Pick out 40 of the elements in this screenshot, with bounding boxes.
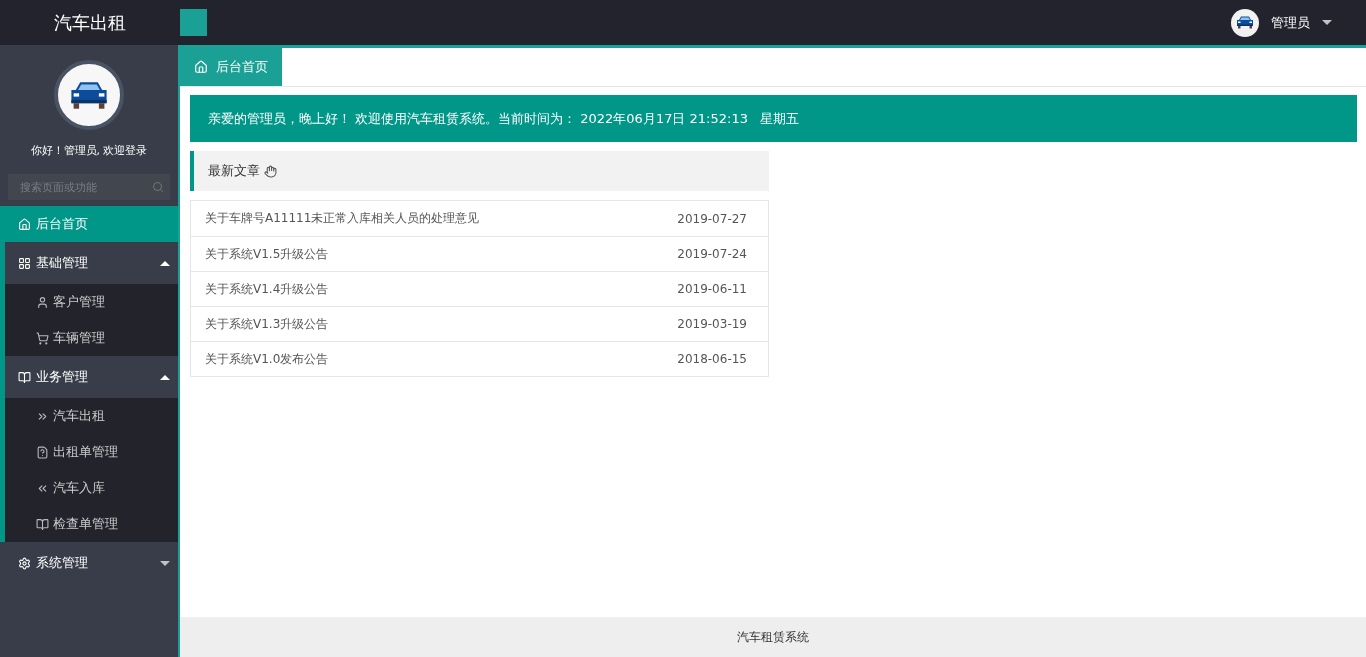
greeting-text: 你好！管理员, 欢迎登录 (30, 143, 148, 158)
home-icon (18, 217, 31, 231)
menu-toggle[interactable] (180, 9, 207, 36)
user-menu[interactable]: 管理员 (1271, 13, 1310, 32)
article-link[interactable]: 关于车牌号A11111未正常入库相关人员的处理意见 (205, 210, 480, 227)
article-link[interactable]: 关于系统V1.3升级公告 (205, 315, 329, 333)
nav-item[interactable]: 出租单管理 (5, 434, 178, 470)
article-date: 2018-06-15 (677, 352, 747, 366)
nav-item[interactable]: 汽车入库 (5, 470, 178, 506)
nav-item[interactable]: 客户管理 (5, 284, 178, 320)
article-link[interactable]: 关于系统V1.5升级公告 (205, 245, 329, 263)
article-date: 2019-06-11 (677, 282, 747, 296)
nav-item[interactable]: 车辆管理 (5, 320, 178, 356)
panel-title: 最新文章 (208, 162, 260, 180)
search-icon (152, 181, 164, 193)
nav-item[interactable]: 检查单管理 (5, 506, 178, 542)
article-link[interactable]: 关于系统V1.4升级公告 (205, 280, 329, 298)
article-date: 2019-03-19 (677, 317, 747, 331)
user-icon (36, 295, 49, 309)
cart-icon (36, 331, 49, 345)
caret-icon (160, 260, 170, 266)
hand-icon (264, 164, 277, 178)
nav-item[interactable]: 汽车出租 (5, 398, 178, 434)
article-date: 2019-07-27 (677, 211, 747, 226)
car-icon (1235, 15, 1255, 30)
nav-item[interactable]: 后台首页 (0, 206, 178, 242)
article-link[interactable]: 关于系统V1.0发布公告 (205, 350, 329, 368)
caret-icon (160, 374, 170, 380)
caret-icon (1322, 20, 1332, 25)
book-icon (36, 517, 49, 531)
welcome-banner: 亲爱的管理员，晚上好！ 欢迎使用汽车租赁系统。当前时间为： 2022年06月17日 21:52:13 星期五 (190, 95, 1357, 142)
app-logo: 汽车出租 (53, 10, 127, 35)
caret-icon (160, 560, 170, 566)
settings-icon (18, 556, 31, 570)
footer: 汽车租赁系统 (180, 617, 1366, 657)
home-icon (194, 60, 208, 74)
article-date: 2019-07-24 (677, 247, 747, 261)
document-icon (36, 445, 49, 459)
book-icon (18, 370, 31, 384)
grid-icon (18, 256, 31, 270)
